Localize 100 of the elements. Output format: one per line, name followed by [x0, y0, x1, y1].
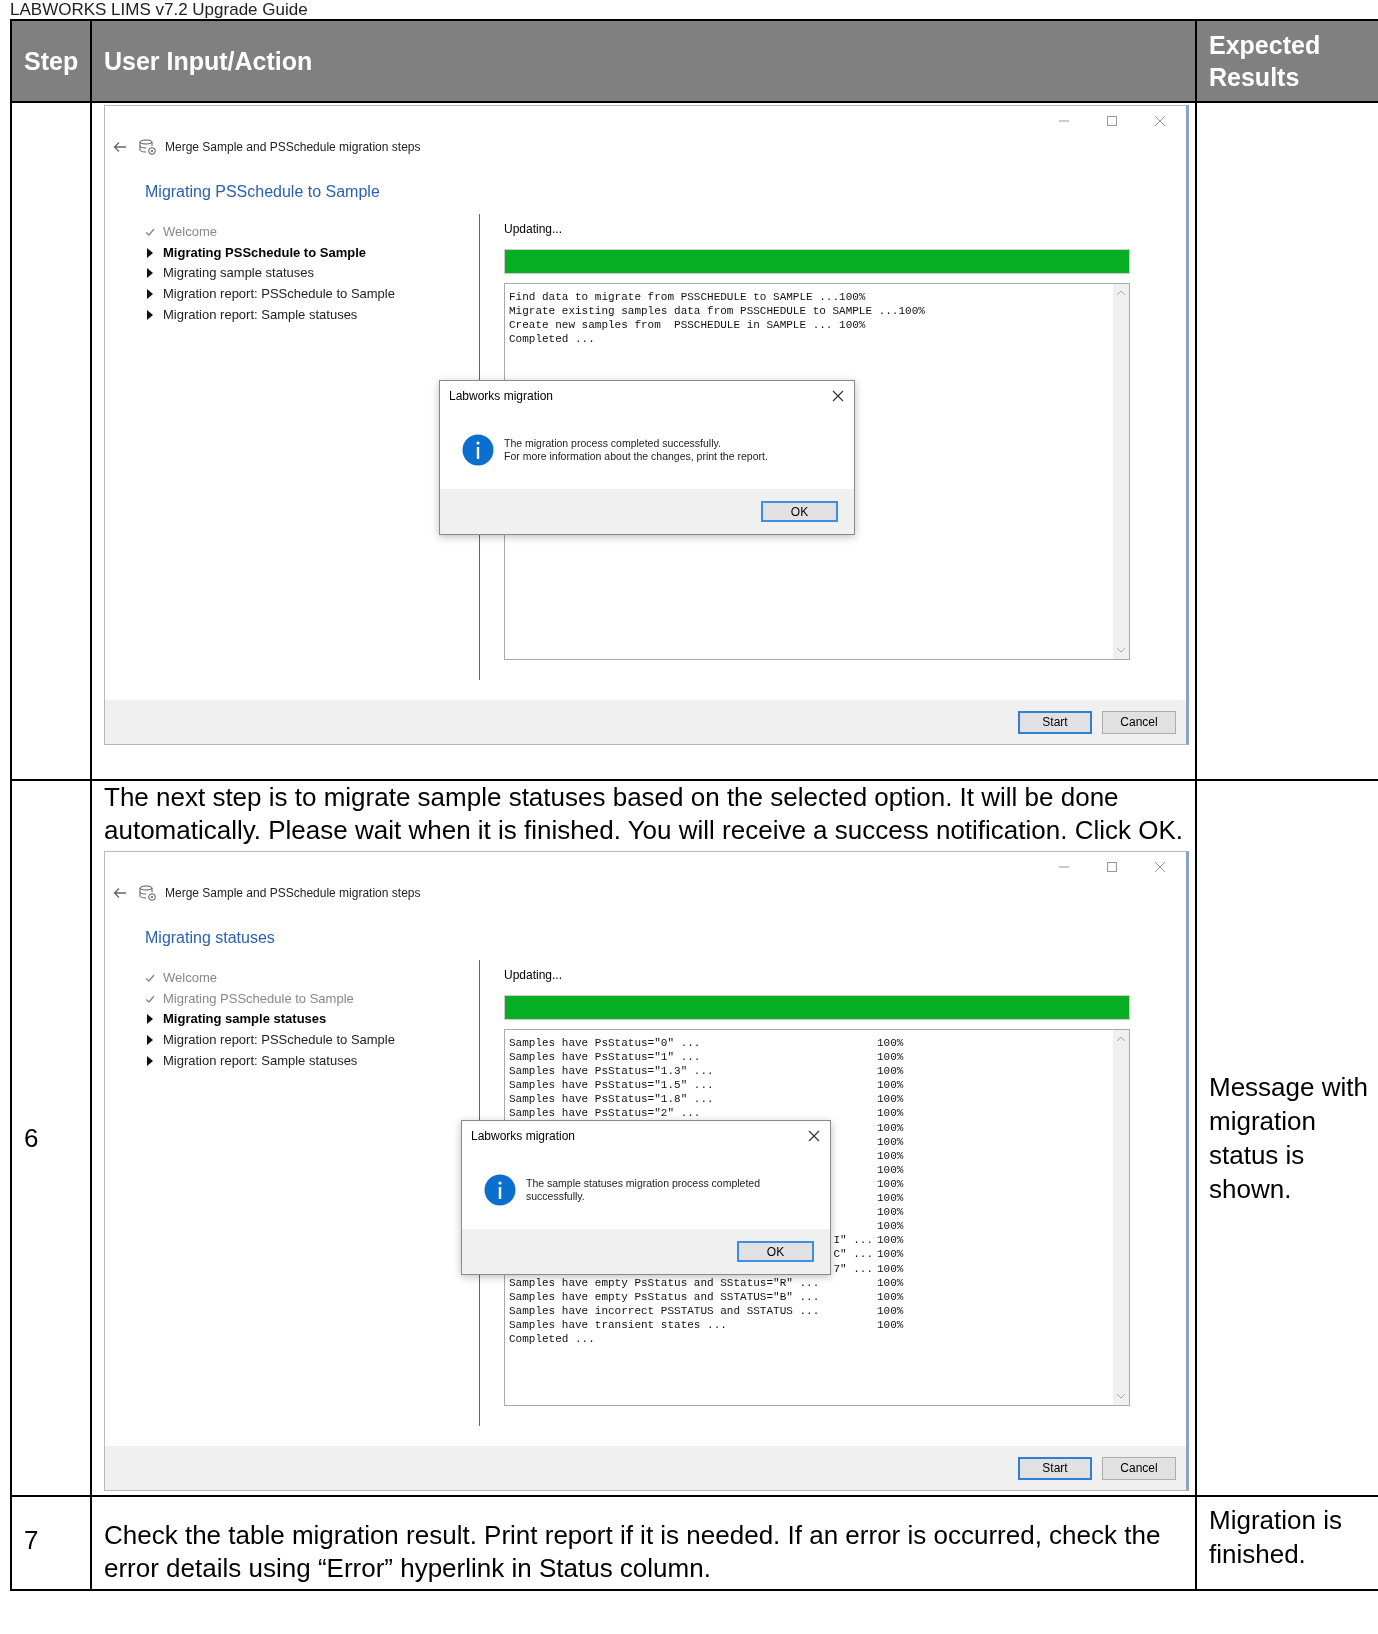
window-button[interactable]: Start	[1018, 1456, 1092, 1480]
log-line: Migrate existing samples data from PSSCHEDULE to SAMPLE ...100%	[509, 304, 925, 319]
log-line: Completed ...	[509, 1331, 595, 1347]
scroll-down-icon[interactable]	[1116, 647, 1126, 653]
log-line: Completed ...	[509, 332, 595, 347]
step-label: Migration report: PSSchedule to Sample	[163, 286, 395, 303]
log-line: Samples have PsStatus="1" ...	[509, 1050, 702, 1065]
ok-button[interactable]: OK	[737, 1241, 814, 1262]
column-header: Step	[12, 21, 92, 103]
log-percent: 100%	[877, 1317, 904, 1332]
scroll-up-icon[interactable]	[1116, 290, 1126, 296]
triangle-icon	[145, 1055, 155, 1066]
log-percent: 100%	[877, 1050, 904, 1065]
window-button[interactable]: Start	[1018, 710, 1092, 734]
database-gear-icon	[139, 139, 157, 155]
log-percent: 100%	[877, 1247, 904, 1262]
dialog-title: Labworks migration	[449, 388, 554, 404]
log-line: Samples have transient states ...	[509, 1317, 728, 1332]
table-cell: 7	[12, 1497, 92, 1591]
triangle-icon	[145, 289, 155, 300]
log-percent: 100%	[877, 1233, 904, 1248]
log-percent: 100%	[877, 1120, 904, 1135]
ok-button[interactable]: OK	[761, 501, 838, 522]
log-line: Samples have empty PsStatus and SSTATUS="B" ...	[509, 1289, 821, 1304]
window-button[interactable]: Cancel	[1102, 710, 1176, 734]
log-percent: 100%	[877, 1176, 904, 1192]
info-icon	[462, 434, 494, 466]
instruction-text: Check the table migration result. Print report if it is needed. If an error is occurred, check the error details using “Error” hyperlink in Status column.	[104, 1519, 1162, 1585]
maximize-icon[interactable]	[1106, 115, 1118, 127]
log-line: 7" ...	[833, 1261, 874, 1276]
log-line: Samples have PsStatus="1.8" ...	[509, 1092, 715, 1107]
column-header: User Input/Action	[92, 21, 1197, 103]
triangle-icon	[145, 247, 155, 258]
page-heading: Migrating PSSchedule to Sample	[144, 182, 381, 202]
log-percent: 100%	[877, 1134, 904, 1149]
log-percent: 100%	[877, 1205, 904, 1220]
close-icon[interactable]	[808, 1130, 820, 1142]
close-icon[interactable]	[832, 390, 844, 402]
log-percent: 100%	[877, 1289, 904, 1304]
maximize-icon[interactable]	[1106, 861, 1118, 873]
log-percent: 100%	[877, 1191, 904, 1206]
log-line: I" ...	[833, 1233, 874, 1248]
dialog-message: For more information about the changes, print the report.	[504, 450, 768, 463]
table-cell: Message with migration status is shown.	[1197, 781, 1378, 1497]
log-percent: 100%	[877, 1148, 904, 1163]
step-label: Migrating PSSchedule to Sample	[163, 990, 354, 1007]
step-label: Migration report: Sample statuses	[163, 306, 358, 323]
step-label: Migrating sample statuses	[163, 265, 314, 282]
check-icon	[145, 227, 155, 238]
step-label: Migration report: PSSchedule to Sample	[163, 1032, 395, 1049]
scroll-down-icon[interactable]	[1116, 1393, 1126, 1399]
check-icon	[145, 973, 155, 984]
log-percent: 100%	[877, 1219, 904, 1234]
column-header: Expected Results	[1197, 21, 1378, 103]
log-percent: 100%	[877, 1064, 904, 1079]
page-heading: Migrating statuses	[144, 928, 276, 948]
document-title: LABWORKS LIMS v7.2 Upgrade Guide	[9, 0, 309, 19]
status-label: Updating...	[504, 221, 564, 238]
log-line: Samples have PsStatus="0" ...	[509, 1036, 702, 1051]
log-line: Samples have incorrect PSSTATUS and SSTATUS ...	[509, 1303, 821, 1318]
status-label: Updating...	[504, 967, 564, 984]
triangle-icon	[145, 309, 155, 320]
log-percent: 100%	[877, 1303, 904, 1318]
dialog-title: Labworks migration	[471, 1128, 576, 1144]
step-label: Migration report: Sample statuses	[163, 1052, 358, 1069]
back-arrow-icon[interactable]	[113, 141, 127, 153]
log-percent: 100%	[877, 1275, 904, 1290]
log-percent: 100%	[877, 1261, 904, 1276]
table-cell: 6	[12, 781, 92, 1497]
info-icon	[484, 1174, 516, 1206]
triangle-icon	[145, 1014, 155, 1025]
check-icon	[145, 993, 155, 1004]
window-title: Merge Sample and PSSchedule migration steps	[165, 885, 421, 901]
step-label: Welcome	[163, 224, 217, 241]
log-percent: 100%	[877, 1106, 904, 1121]
back-arrow-icon[interactable]	[113, 887, 127, 899]
database-gear-icon	[139, 885, 157, 901]
log-line: Samples have PsStatus="2" ...	[509, 1106, 702, 1121]
log-line: Samples have PsStatus="1.3" ...	[509, 1064, 715, 1079]
log-line: Find data to migrate from PSSCHEDULE to SAMPLE ...100%	[509, 290, 866, 305]
log-line: C" ...	[833, 1247, 874, 1262]
log-percent: 100%	[877, 1162, 904, 1177]
table-cell: Migration is finished.	[1197, 1497, 1378, 1591]
log-line: Samples have empty PsStatus and SStatus="R" ...	[509, 1275, 821, 1290]
triangle-icon	[145, 1035, 155, 1046]
log-line: Samples have PsStatus="1.5" ...	[509, 1078, 715, 1093]
log-percent: 100%	[877, 1078, 904, 1093]
dialog-message: The sample statuses migration process completed successfully.	[526, 1177, 762, 1203]
dialog-message: The migration process completed successfully.	[504, 437, 722, 450]
window-title: Merge Sample and PSSchedule migration steps	[165, 139, 421, 155]
scroll-up-icon[interactable]	[1116, 1036, 1126, 1042]
window-button[interactable]: Cancel	[1102, 1456, 1176, 1480]
log-percent: 100%	[877, 1036, 904, 1051]
log-line: Create new samples from PSSCHEDULE in SAMPLE ... 100%	[509, 318, 866, 333]
triangle-icon	[145, 268, 155, 279]
step-label: Migrating PSSchedule to Sample	[163, 244, 366, 261]
step-label: Migrating sample statuses	[163, 1011, 327, 1028]
instruction-text: The next step is to migrate sample statuses based on the selected option. It will be done automatically. Please wait when it is finished. You will receive a success notification. Click OK.	[104, 781, 1183, 847]
log-percent: 100%	[877, 1092, 904, 1107]
step-label: Welcome	[163, 970, 217, 987]
